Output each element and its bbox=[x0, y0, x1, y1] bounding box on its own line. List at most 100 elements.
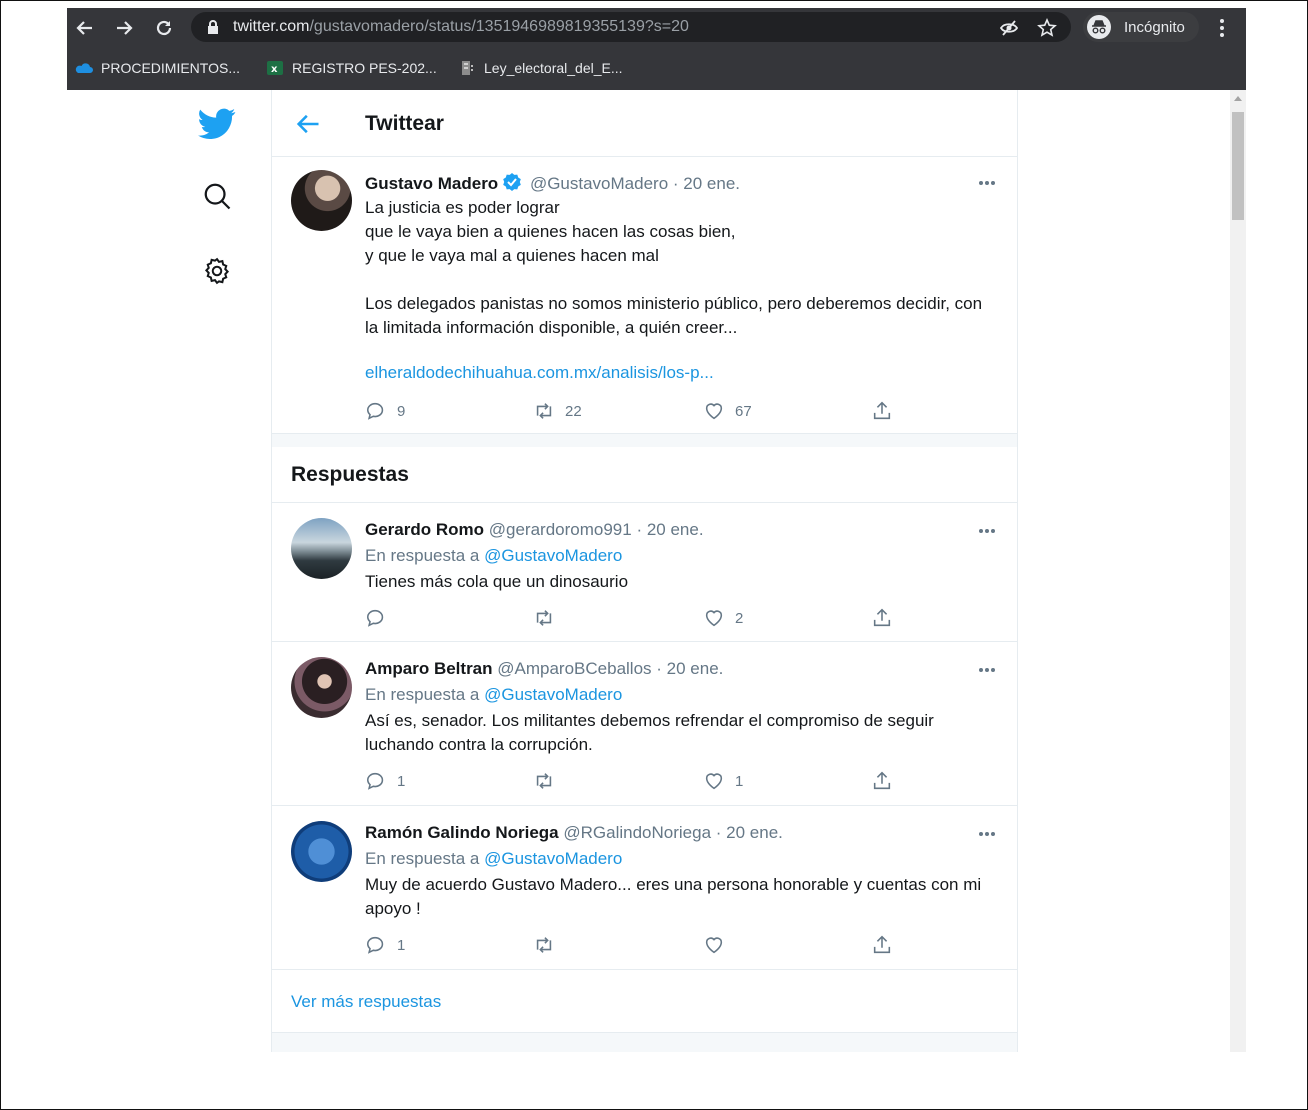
author-name[interactable]: Gustavo Madero bbox=[365, 174, 498, 193]
main-tweet[interactable]: Gustavo Madero @GustavoMadero · 20 ene. … bbox=[272, 157, 1017, 434]
like-button[interactable] bbox=[703, 933, 735, 957]
like-button[interactable]: 67 bbox=[703, 399, 752, 423]
incognito-indicator[interactable]: Incógnito bbox=[1083, 12, 1199, 42]
reply-count: 9 bbox=[397, 402, 406, 420]
scrollbar-thumb[interactable] bbox=[1232, 112, 1244, 220]
heart-icon bbox=[705, 403, 723, 420]
star-icon[interactable] bbox=[1037, 18, 1057, 38]
tweet-link[interactable]: elheraldodechihuahua.com.mx/analisis/los… bbox=[365, 363, 714, 383]
back-button[interactable] bbox=[71, 14, 99, 42]
author-handle[interactable]: @gerardoromo991 bbox=[489, 520, 632, 539]
url-text: twitter.com/gustavomadero/status/1351946… bbox=[233, 18, 689, 36]
like-button[interactable]: 1 bbox=[703, 769, 743, 793]
avatar[interactable] bbox=[291, 821, 352, 882]
bookmark-ley-electoral[interactable]: Ley_electoral_del_E... bbox=[458, 58, 623, 78]
reply-context: En respuesta a @GustavoMadero bbox=[365, 546, 622, 566]
retweet-button[interactable] bbox=[533, 606, 565, 630]
like-count: 1 bbox=[735, 772, 744, 790]
more-options-icon[interactable] bbox=[976, 177, 998, 189]
share-button[interactable] bbox=[871, 769, 903, 793]
author-name[interactable]: Ramón Galindo Noriega bbox=[365, 823, 559, 842]
author-handle[interactable]: @GustavoMadero bbox=[530, 174, 668, 193]
search-icon bbox=[204, 183, 231, 210]
author-handle[interactable]: @AmparoBCeballos bbox=[497, 659, 651, 678]
more-options-icon[interactable] bbox=[976, 525, 998, 537]
bookmark-procedimientos[interactable]: PROCEDIMIENTOS... bbox=[75, 58, 240, 78]
incognito-icon bbox=[1087, 15, 1111, 39]
twitter-page: Twittear Gustavo Madero @GustavoMadero ·… bbox=[67, 90, 1246, 1052]
back-arrow-icon bbox=[76, 21, 92, 35]
browser-menu-icon[interactable] bbox=[1212, 16, 1232, 40]
mention-link[interactable]: @GustavoMadero bbox=[484, 546, 622, 565]
eye-slash-icon[interactable] bbox=[999, 18, 1019, 38]
forward-button[interactable] bbox=[110, 14, 138, 42]
tweet-text: La justicia es poder lograr que le vaya … bbox=[365, 196, 995, 340]
reply-tweet[interactable]: Ramón Galindo Noriega @RGalindoNoriega ·… bbox=[272, 806, 1017, 970]
reply-button[interactable]: 9 bbox=[365, 399, 405, 423]
more-options-icon[interactable] bbox=[976, 828, 998, 840]
forward-arrow-icon bbox=[117, 21, 133, 35]
author-name[interactable]: Gerardo Romo bbox=[365, 520, 484, 539]
mention-link[interactable]: @GustavoMadero bbox=[484, 685, 622, 704]
scroll-up-arrow-icon[interactable] bbox=[1234, 96, 1242, 101]
document-icon bbox=[462, 61, 473, 75]
reply-prefix: En respuesta a bbox=[365, 685, 480, 704]
reply-tweet[interactable]: Amparo Beltran @AmparoBCeballos · 20 ene… bbox=[272, 642, 1017, 806]
retweet-count: 22 bbox=[565, 402, 582, 420]
more-options-icon[interactable] bbox=[976, 664, 998, 676]
url-path: /gustavomadero/status/135194698981935513… bbox=[309, 18, 689, 35]
browser-toolbar: twitter.com/gustavomadero/status/1351946… bbox=[67, 8, 1246, 48]
avatar[interactable] bbox=[291, 170, 352, 231]
share-icon bbox=[873, 401, 891, 420]
excel-icon: x bbox=[267, 61, 283, 75]
url-host: twitter.com bbox=[233, 18, 310, 35]
mention-link[interactable]: @GustavoMadero bbox=[484, 849, 622, 868]
tweet-text-line: La justicia es poder lograr bbox=[365, 198, 560, 217]
author-name[interactable]: Amparo Beltran bbox=[365, 659, 493, 678]
reply-button[interactable]: 1 bbox=[365, 769, 405, 793]
share-button[interactable] bbox=[871, 933, 903, 957]
reply-button[interactable] bbox=[365, 606, 397, 630]
like-count: 67 bbox=[735, 402, 752, 420]
avatar[interactable] bbox=[291, 657, 352, 718]
reload-button[interactable] bbox=[150, 14, 178, 42]
incognito-label: Incógnito bbox=[1124, 19, 1185, 36]
verified-badge-icon bbox=[503, 173, 522, 191]
retweet-button[interactable] bbox=[533, 933, 565, 957]
twitter-logo-link[interactable] bbox=[197, 104, 237, 144]
author-handle[interactable]: @RGalindoNoriega bbox=[563, 823, 711, 842]
address-bar[interactable]: twitter.com/gustavomadero/status/1351946… bbox=[191, 12, 1071, 42]
like-count: 2 bbox=[735, 609, 744, 627]
avatar[interactable] bbox=[291, 518, 352, 579]
retweet-icon bbox=[536, 937, 552, 953]
like-button[interactable]: 2 bbox=[703, 606, 743, 630]
retweet-button[interactable]: 22 bbox=[533, 399, 582, 423]
more-replies-link[interactable]: Ver más respuestas bbox=[291, 992, 441, 1012]
page-title: Twittear bbox=[365, 112, 444, 135]
tweet-text: Tienes más cola que un dinosaurio bbox=[365, 572, 629, 591]
heart-icon bbox=[705, 937, 723, 954]
share-button[interactable] bbox=[871, 399, 903, 423]
tweet-text: Muy de acuerdo Gustavo Madero... eres un… bbox=[365, 875, 982, 918]
back-arrow-icon[interactable] bbox=[294, 110, 322, 138]
search-nav-button[interactable] bbox=[197, 176, 237, 216]
tweet-date[interactable]: · 20 ene. bbox=[656, 659, 723, 678]
settings-nav-button[interactable] bbox=[197, 251, 237, 291]
twitter-bird-icon bbox=[198, 108, 236, 140]
reply-button[interactable]: 1 bbox=[365, 933, 405, 957]
tweet-author-line: Ramón Galindo Noriega @RGalindoNoriega ·… bbox=[365, 823, 783, 843]
more-replies-row[interactable]: Ver más respuestas bbox=[272, 970, 1017, 1033]
timeline-column: Twittear Gustavo Madero @GustavoMadero ·… bbox=[271, 90, 1018, 1052]
share-button[interactable] bbox=[871, 606, 903, 630]
page-scrollbar[interactable] bbox=[1230, 90, 1246, 1052]
bookmark-registro[interactable]: x REGISTRO PES-202... bbox=[266, 58, 437, 78]
tweet-date[interactable]: · 20 ene. bbox=[673, 174, 740, 193]
tweet-text-line bbox=[365, 268, 995, 292]
tweet-date[interactable]: · 20 ene. bbox=[636, 520, 703, 539]
browser-chrome: twitter.com/gustavomadero/status/1351946… bbox=[67, 8, 1246, 90]
tweet-date[interactable]: · 20 ene. bbox=[716, 823, 783, 842]
screenshot-frame: twitter.com/gustavomadero/status/1351946… bbox=[0, 0, 1308, 1110]
retweet-button[interactable] bbox=[533, 769, 565, 793]
reply-tweet[interactable]: Gerardo Romo @gerardoromo991 · 20 ene. E… bbox=[272, 503, 1017, 642]
reply-prefix: En respuesta a bbox=[365, 849, 480, 868]
